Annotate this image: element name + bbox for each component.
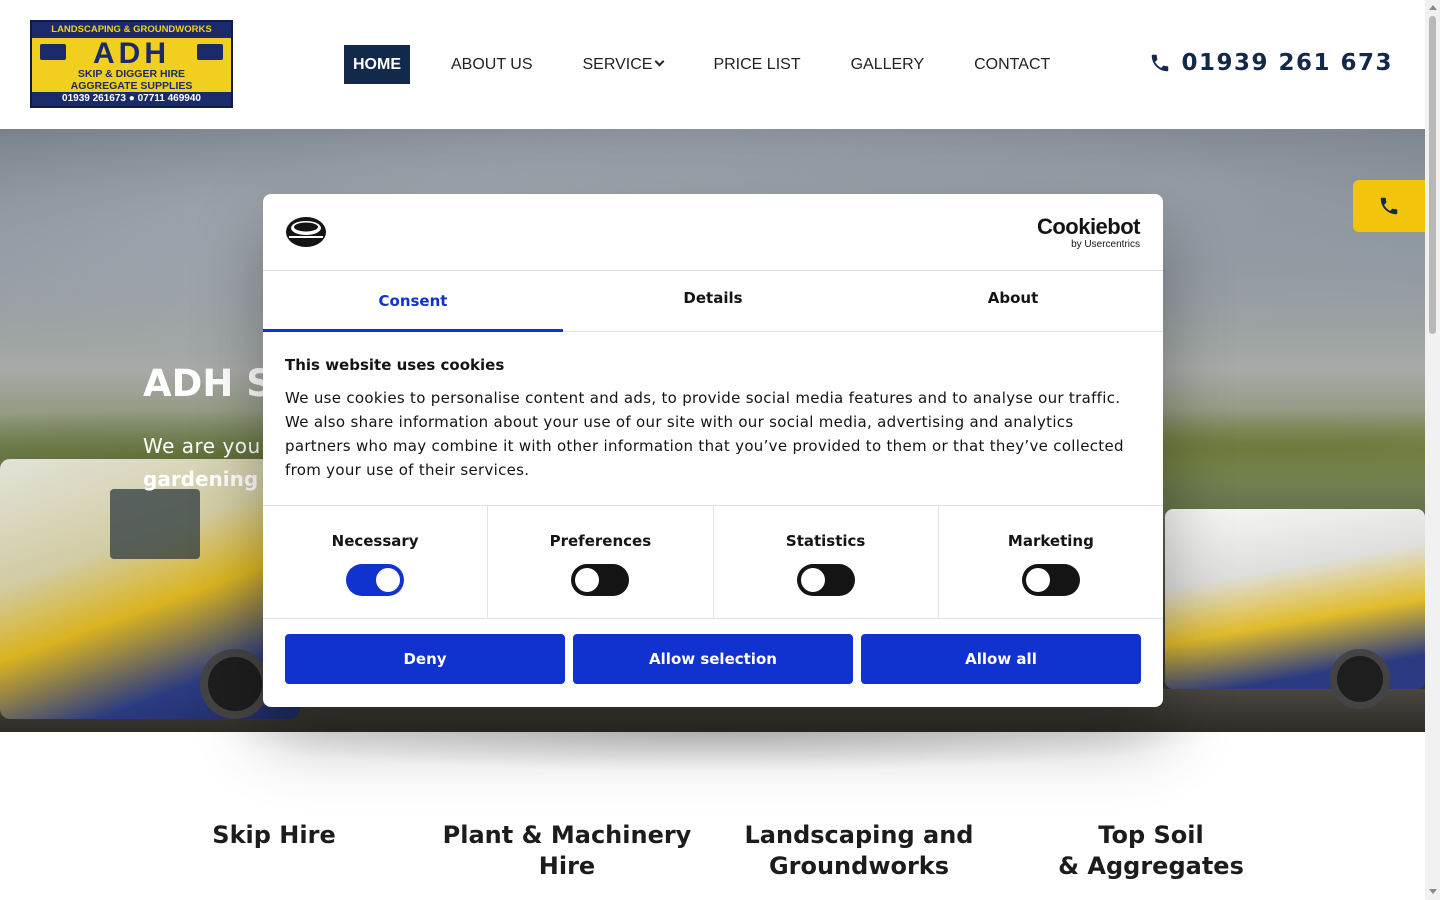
- cookie-dialog-text: We use cookies to personalise content an…: [285, 389, 1124, 479]
- service-card-skip-hire[interactable]: Skip Hire: [144, 820, 404, 851]
- cookie-tabs: Consent Details About: [263, 271, 1163, 332]
- nav-contact-label: CONTACT: [974, 56, 1051, 73]
- chevron-down-icon: [655, 56, 665, 67]
- preferences-toggle[interactable]: [571, 564, 630, 596]
- hero-truck-wheel: [200, 649, 270, 719]
- service-card-plant-hire[interactable]: Plant & Machinery Hire: [437, 820, 697, 882]
- toggle-cell-necessary: Necessary: [263, 506, 489, 618]
- services-shadow: [200, 732, 1230, 772]
- cookie-toggles: Necessary Preferences Statistics Marketi…: [263, 505, 1163, 619]
- site-header: LANDSCAPING & GROUNDWORKS ADH SKIP & DIG…: [0, 0, 1425, 129]
- logo-name: ADH: [93, 37, 170, 70]
- toggle-label: Statistics: [785, 532, 866, 550]
- deny-button[interactable]: Deny: [285, 634, 565, 684]
- service-title: Landscaping and: [744, 821, 974, 849]
- nav-home-label: HOME: [353, 56, 401, 73]
- toggle-knob: [800, 568, 825, 592]
- phone-icon: [1152, 54, 1169, 72]
- toggle-knob: [376, 568, 401, 592]
- scroll-down-arrow-icon[interactable]: [1429, 889, 1437, 894]
- service-title: Top Soil: [1098, 821, 1204, 849]
- statistics-toggle[interactable]: [796, 564, 855, 596]
- tab-about[interactable]: About: [863, 271, 1163, 331]
- toggle-cell-preferences: Preferences: [488, 506, 714, 618]
- logo-line: SKIP & DIGGER HIRE: [77, 68, 186, 80]
- nav-about-us[interactable]: ABOUT US: [442, 45, 542, 84]
- main-nav: HOME ABOUT US SERVICE PRICE LIST GALLERY…: [344, 45, 1091, 84]
- hero-text-bold: gardening p: [143, 467, 280, 491]
- service-title-line2: Groundworks: [768, 852, 950, 880]
- nav-price-list[interactable]: PRICE LIST: [704, 45, 809, 84]
- side-call-button[interactable]: [1353, 180, 1425, 232]
- tab-details[interactable]: Details: [563, 271, 863, 331]
- cookie-dialog-header: Cookiebot by Usercentrics: [263, 194, 1163, 271]
- logo-line: AGGREGATE SUPPLIES: [70, 80, 193, 92]
- nav-home[interactable]: HOME: [344, 45, 410, 84]
- allow-all-button[interactable]: Allow all: [861, 634, 1141, 684]
- service-card-top-soil[interactable]: Top Soil & Aggregates: [1021, 820, 1281, 882]
- tab-consent[interactable]: Consent: [263, 271, 563, 332]
- scroll-up-arrow-icon[interactable]: [1429, 5, 1437, 10]
- toggle-cell-marketing: Marketing: [939, 506, 1163, 618]
- service-title-line2: & Aggregates: [1058, 852, 1244, 880]
- nav-about-label: ABOUT US: [451, 56, 533, 73]
- cookiebot-logo-icon: [286, 217, 326, 247]
- marketing-toggle[interactable]: [1021, 564, 1080, 596]
- nav-service[interactable]: SERVICE: [574, 45, 673, 84]
- header-phone-link[interactable]: 01939 261 673: [1149, 44, 1393, 82]
- service-title: Plant & Machinery: [442, 821, 692, 849]
- scrollbar-thumb[interactable]: [1429, 16, 1436, 334]
- toggle-label: Marketing: [1007, 532, 1094, 550]
- allow-selection-button[interactable]: Allow selection: [573, 634, 853, 684]
- toggle-knob: [1025, 568, 1050, 592]
- logo-body: ADH SKIP & DIGGER HIRE AGGREGATE SUPPLIE…: [32, 38, 231, 94]
- hero-title: ADH S: [143, 362, 273, 405]
- toggle-cell-statistics: Statistics: [714, 506, 939, 618]
- service-title-line2: Hire: [538, 852, 596, 880]
- header-phone-number: 01939 261 673: [1181, 50, 1393, 76]
- nav-service-label: SERVICE: [582, 56, 653, 73]
- cookiebot-brand[interactable]: Cookiebot by Usercentrics: [1036, 214, 1141, 251]
- cookiebot-brand-sub: by Usercentrics: [1071, 239, 1140, 250]
- nav-gallery[interactable]: GALLERY: [842, 45, 934, 84]
- page-scrollbar[interactable]: [1425, 0, 1440, 900]
- cookie-consent-dialog: Cookiebot by Usercentrics Consent Detail…: [263, 194, 1163, 707]
- hero-truck-wheel: [1330, 649, 1390, 709]
- cookie-buttons: Deny Allow selection Allow all: [285, 634, 1141, 684]
- logo-tagline: LANDSCAPING & GROUNDWORKS: [32, 22, 231, 38]
- toggle-label: Necessary: [331, 532, 419, 550]
- service-card-landscaping[interactable]: Landscaping and Groundworks: [729, 820, 989, 882]
- cookie-dialog-title: This website uses cookies: [285, 356, 505, 374]
- nav-price-label: PRICE LIST: [713, 56, 801, 73]
- hero-truck-cab: [110, 489, 200, 559]
- nav-gallery-label: GALLERY: [850, 56, 925, 73]
- hero-truck-image: [1165, 509, 1425, 689]
- site-logo[interactable]: LANDSCAPING & GROUNDWORKS ADH SKIP & DIG…: [30, 20, 233, 108]
- toggle-label: Preferences: [549, 532, 652, 550]
- cookiebot-brand-name: Cookiebot: [1036, 214, 1141, 239]
- toggle-knob: [575, 568, 600, 592]
- logo-phones: 01939 261673 ● 07711 469940: [32, 92, 231, 106]
- phone-icon: [1380, 197, 1398, 215]
- cookie-dialog-body: This website uses cookies We use cookies…: [285, 356, 1141, 482]
- nav-contact[interactable]: CONTACT: [965, 45, 1059, 84]
- hero-text: We are you: [143, 434, 261, 458]
- necessary-toggle[interactable]: [346, 564, 405, 596]
- service-title: Skip Hire: [212, 821, 336, 849]
